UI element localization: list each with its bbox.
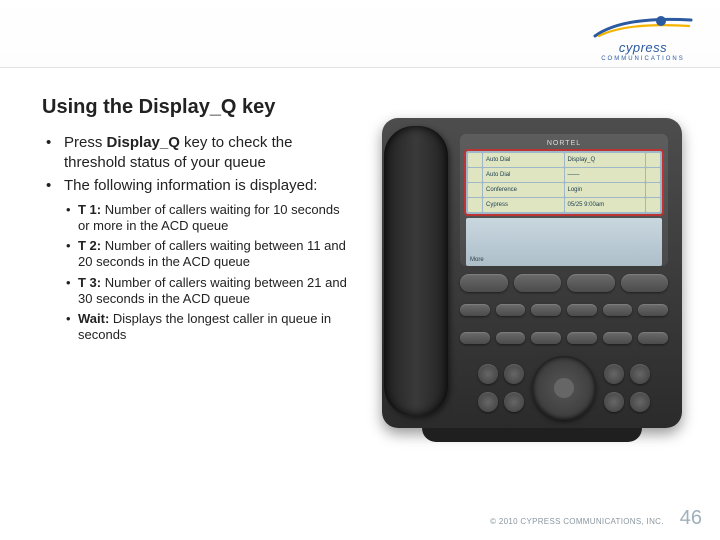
logo-swoosh-icon: [593, 14, 693, 42]
phone-nav-center: [554, 378, 574, 398]
softkey-r4c2: 05/25 9:00am: [565, 198, 646, 212]
phone-softkey-buttons: [460, 274, 668, 292]
fn-button: [638, 304, 668, 316]
sub-bullet-list: T 1: Number of callers waiting for 10 se…: [64, 202, 352, 344]
sub-bullet-3: T 3: Number of callers waiting between 2…: [64, 275, 352, 308]
logo-word: cypress: [619, 40, 667, 55]
fn-button: [531, 304, 561, 316]
softkey-button: [460, 274, 508, 292]
softkey-r3c1: Conference: [483, 183, 564, 197]
bullet-2: The following information is displayed: …: [42, 176, 352, 344]
phone-softkey-block: Auto Dial Display_Q Auto Dial —— Confere…: [466, 151, 662, 214]
softkey-r1c1: Auto Dial: [483, 153, 564, 167]
header-bar: cypress COMMUNICATIONS: [0, 0, 720, 68]
softkey-led: [468, 183, 482, 197]
phone-fn-row-1: [460, 304, 668, 316]
phone-lcd: More: [466, 218, 662, 266]
brand-logo: cypress COMMUNICATIONS: [588, 14, 698, 62]
phone-round-button: [504, 364, 524, 384]
fn-button: [567, 332, 597, 344]
slide-title: Using the Display_Q key: [42, 96, 700, 119]
main-bullet-list: Press Display_Q key to check the thresho…: [42, 133, 352, 344]
phone-display-area: NORTEL Auto Dial Display_Q Auto Dial —— …: [460, 134, 668, 266]
softkey-led: [646, 183, 660, 197]
fn-button: [603, 332, 633, 344]
softkey-led: [468, 153, 482, 167]
fn-button: [531, 332, 561, 344]
phone-round-button: [478, 364, 498, 384]
sub-bullet-4: Wait: Displays the longest caller in que…: [64, 311, 352, 344]
softkey-led: [468, 198, 482, 212]
copyright-text: © 2010 CYPRESS COMMUNICATIONS, INC.: [490, 517, 664, 526]
sub-4-rest: Displays the longest caller in queue in …: [78, 311, 331, 342]
sub-2-rest: Number of callers waiting between 11 and…: [78, 238, 346, 269]
sub-4-bold: Wait:: [78, 311, 109, 326]
softkey-button: [621, 274, 669, 292]
phone-round-button: [504, 392, 524, 412]
softkey-r3c2: Login: [565, 183, 646, 197]
phone-round-button: [604, 364, 624, 384]
softkey-led: [468, 168, 482, 182]
sub-1-rest: Number of callers waiting for 10 seconds…: [78, 202, 340, 233]
phone-round-button: [630, 392, 650, 412]
phone-illustration: NORTEL Auto Dial Display_Q Auto Dial —— …: [382, 118, 682, 438]
softkey-r2c1: Auto Dial: [483, 168, 564, 182]
phone-fn-row-2: [460, 332, 668, 344]
fn-button: [496, 332, 526, 344]
sub-3-rest: Number of callers waiting between 21 and…: [78, 275, 347, 306]
fn-button: [460, 304, 490, 316]
phone-nav-dpad: [532, 356, 596, 420]
page-number: 46: [680, 507, 702, 530]
phone-round-button: [630, 364, 650, 384]
softkey-r1c2: Display_Q: [565, 153, 646, 167]
bullet-1-bold: Display_Q: [107, 134, 180, 151]
sub-bullet-2: T 2: Number of callers waiting between 1…: [64, 238, 352, 271]
fn-button: [603, 304, 633, 316]
softkey-led: [646, 168, 660, 182]
softkey-button: [567, 274, 615, 292]
phone-brand: NORTEL: [466, 140, 662, 147]
softkey-led: [646, 153, 660, 167]
bullet-2-text: The following information is displayed:: [64, 177, 317, 194]
lcd-soft-1: More: [470, 257, 484, 263]
sub-1-bold: T 1:: [78, 202, 101, 217]
fn-button: [567, 304, 597, 316]
fn-button: [460, 332, 490, 344]
fn-button: [496, 304, 526, 316]
logo-subtitle: COMMUNICATIONS: [601, 56, 685, 62]
sub-2-bold: T 2:: [78, 238, 101, 253]
phone-handset: [384, 126, 448, 416]
softkey-button: [514, 274, 562, 292]
fn-button: [638, 332, 668, 344]
footer: © 2010 CYPRESS COMMUNICATIONS, INC. 46: [490, 507, 702, 530]
phone-round-button: [478, 392, 498, 412]
sub-bullet-1: T 1: Number of callers waiting for 10 se…: [64, 202, 352, 235]
sub-3-bold: T 3:: [78, 275, 101, 290]
bullet-1-pre: Press: [64, 134, 107, 151]
softkey-r2c2: ——: [565, 168, 646, 182]
lcd-softkey-labels: More: [470, 257, 658, 263]
softkey-r4c1: Cypress: [483, 198, 564, 212]
bullet-1: Press Display_Q key to check the thresho…: [42, 133, 352, 172]
phone-stand: [422, 428, 642, 442]
phone-round-button: [604, 392, 624, 412]
softkey-led: [646, 198, 660, 212]
